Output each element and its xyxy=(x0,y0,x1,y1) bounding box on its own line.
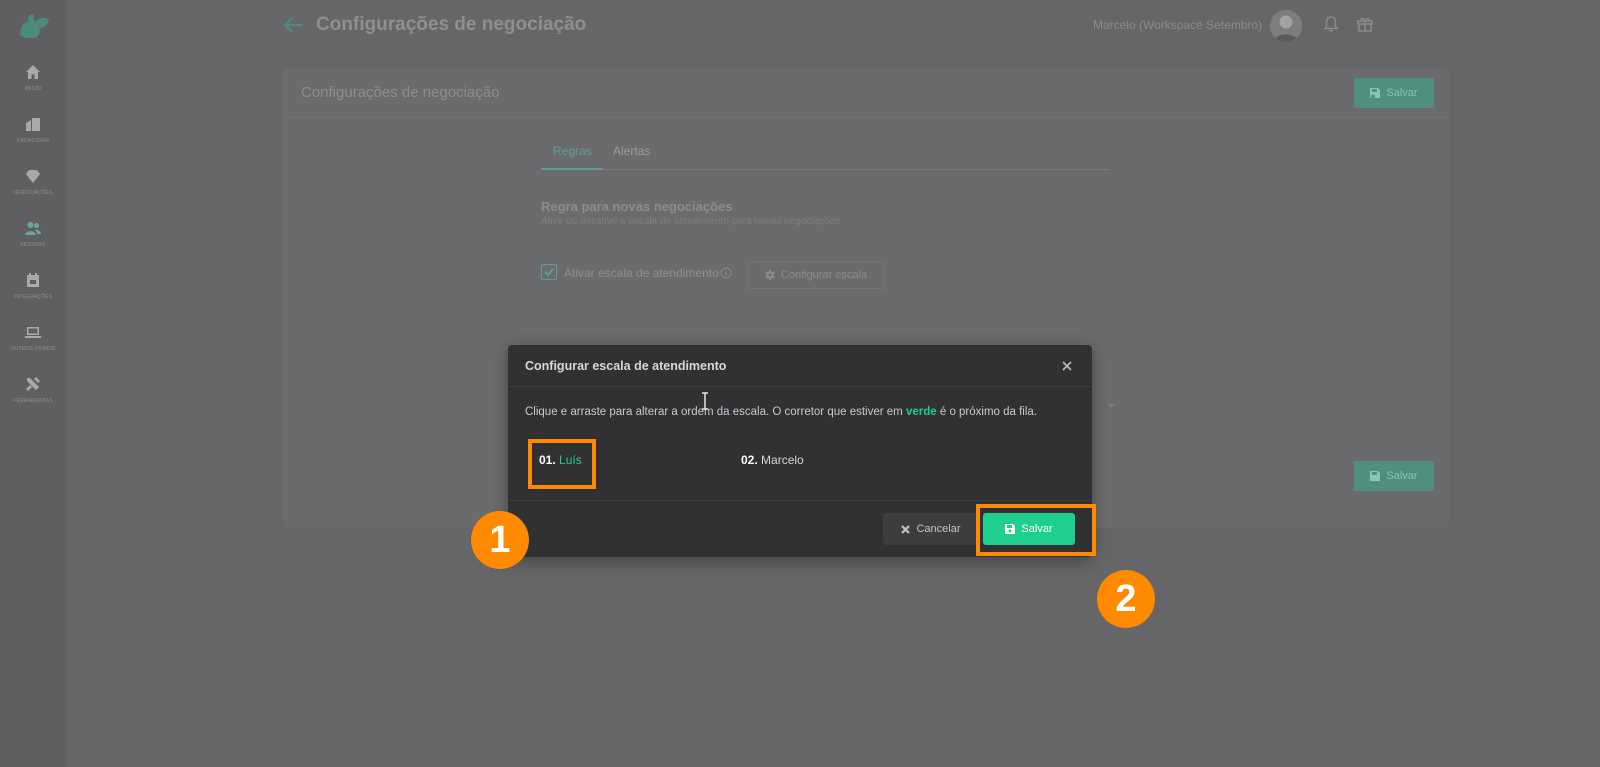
save-icon xyxy=(1370,471,1381,481)
back-arrow-icon[interactable] xyxy=(282,14,304,36)
calendar-icon xyxy=(27,273,39,287)
tools-icon xyxy=(26,377,40,391)
queue-name: Marcelo xyxy=(761,453,804,467)
sidebar-item-cadastrar[interactable]: cadastrar xyxy=(0,112,66,158)
checkbox-label: Ativar escala de atendimento xyxy=(564,266,719,280)
cancel-button[interactable]: Cancelar xyxy=(883,513,979,545)
modal-title: Configurar escala de atendimento xyxy=(525,359,727,373)
text-cursor-icon xyxy=(702,392,708,410)
desc-text: Clique e arraste para alterar a ordem da… xyxy=(525,406,906,418)
avatar[interactable] xyxy=(1270,10,1302,42)
configurar-escala-button[interactable]: Configurar escala xyxy=(747,261,885,289)
header-save-button[interactable]: Salvar xyxy=(1354,78,1434,108)
card-title: Configurações de negociação xyxy=(301,84,500,101)
gift-icon[interactable] xyxy=(1356,15,1374,33)
save-label: Salvar xyxy=(1386,87,1418,99)
sidebar-item-label: outros painéis xyxy=(10,346,56,352)
section-title: Regra para novas negociações xyxy=(541,199,733,214)
bell-icon[interactable] xyxy=(1322,15,1340,33)
footer-save-button[interactable]: Salvar xyxy=(1354,461,1434,491)
sidebar-item-label: cadastrar xyxy=(16,138,50,144)
sidebar-item-label: início xyxy=(24,86,42,92)
escala-checkbox[interactable] xyxy=(541,264,557,280)
sidebar: início cadastrar negociações pessoas int… xyxy=(0,0,66,767)
sidebar-item-integracoes[interactable]: integrações xyxy=(0,268,66,314)
diamond-icon xyxy=(26,170,40,183)
desc-highlight: verde xyxy=(905,406,937,418)
modal-header: Configurar escala de atendimento xyxy=(508,345,1092,387)
sidebar-item-label: pessoas xyxy=(20,242,46,248)
people-icon xyxy=(25,222,41,235)
gear-icon xyxy=(764,270,775,280)
buildings-icon xyxy=(26,118,40,131)
sidebar-item-negociacoes[interactable]: negociações xyxy=(0,164,66,210)
close-icon[interactable] xyxy=(1060,359,1074,373)
sidebar-item-label: integrações xyxy=(13,294,53,300)
page-title: Configurações de negociação xyxy=(316,14,587,35)
section-description: Ative ou desative a escala de atendiment… xyxy=(541,216,841,227)
sidebar-item-ferramentas[interactable]: ferramentas xyxy=(0,372,66,418)
home-icon xyxy=(26,65,40,79)
info-icon[interactable] xyxy=(720,267,732,279)
save-label: Salvar xyxy=(1386,470,1418,482)
tab-alertas[interactable]: Alertas xyxy=(613,144,650,158)
squirrel-logo[interactable] xyxy=(17,10,51,40)
cancel-label: Cancelar xyxy=(916,523,961,535)
close-icon xyxy=(901,524,911,534)
desc-text-end: é o próximo da fila. xyxy=(936,406,1038,418)
highlight-box-queue-item xyxy=(528,439,596,489)
step-badge-1: 1 xyxy=(471,511,529,569)
check-icon xyxy=(544,268,554,277)
sidebar-item-inicio[interactable]: início xyxy=(0,60,66,106)
highlight-box-save-button xyxy=(976,504,1096,556)
save-icon xyxy=(1370,88,1381,98)
step-badge-2: 2 xyxy=(1097,570,1155,628)
card-header: Configurações de negociação Salvar xyxy=(283,68,1449,118)
sidebar-item-label: ferramentas xyxy=(13,398,53,404)
laptop-icon xyxy=(25,327,41,338)
sidebar-item-label: negociações xyxy=(13,190,53,196)
workspace-user-name[interactable]: Marcelo (Workspace Setembro) xyxy=(1093,18,1262,32)
configurar-escala-label: Configurar escala xyxy=(780,269,868,281)
sidebar-item-pessoas[interactable]: pessoas xyxy=(0,216,66,262)
top-bar: Configurações de negociação Marcelo (Wor… xyxy=(66,0,1600,50)
tabs: Regras Alertas xyxy=(541,140,1109,170)
modal-description: Clique e arraste para alterar a ordem da… xyxy=(525,406,1037,418)
active-tab-indicator xyxy=(541,168,603,170)
sidebar-item-outros-paineis[interactable]: outros painéis xyxy=(0,320,66,366)
avatar-image xyxy=(1270,10,1302,42)
queue-item[interactable]: 02. Marcelo xyxy=(741,453,804,467)
tab-regras[interactable]: Regras xyxy=(553,144,592,158)
chevron-down-icon[interactable] xyxy=(1106,402,1116,410)
queue-number: 02. xyxy=(741,453,758,467)
